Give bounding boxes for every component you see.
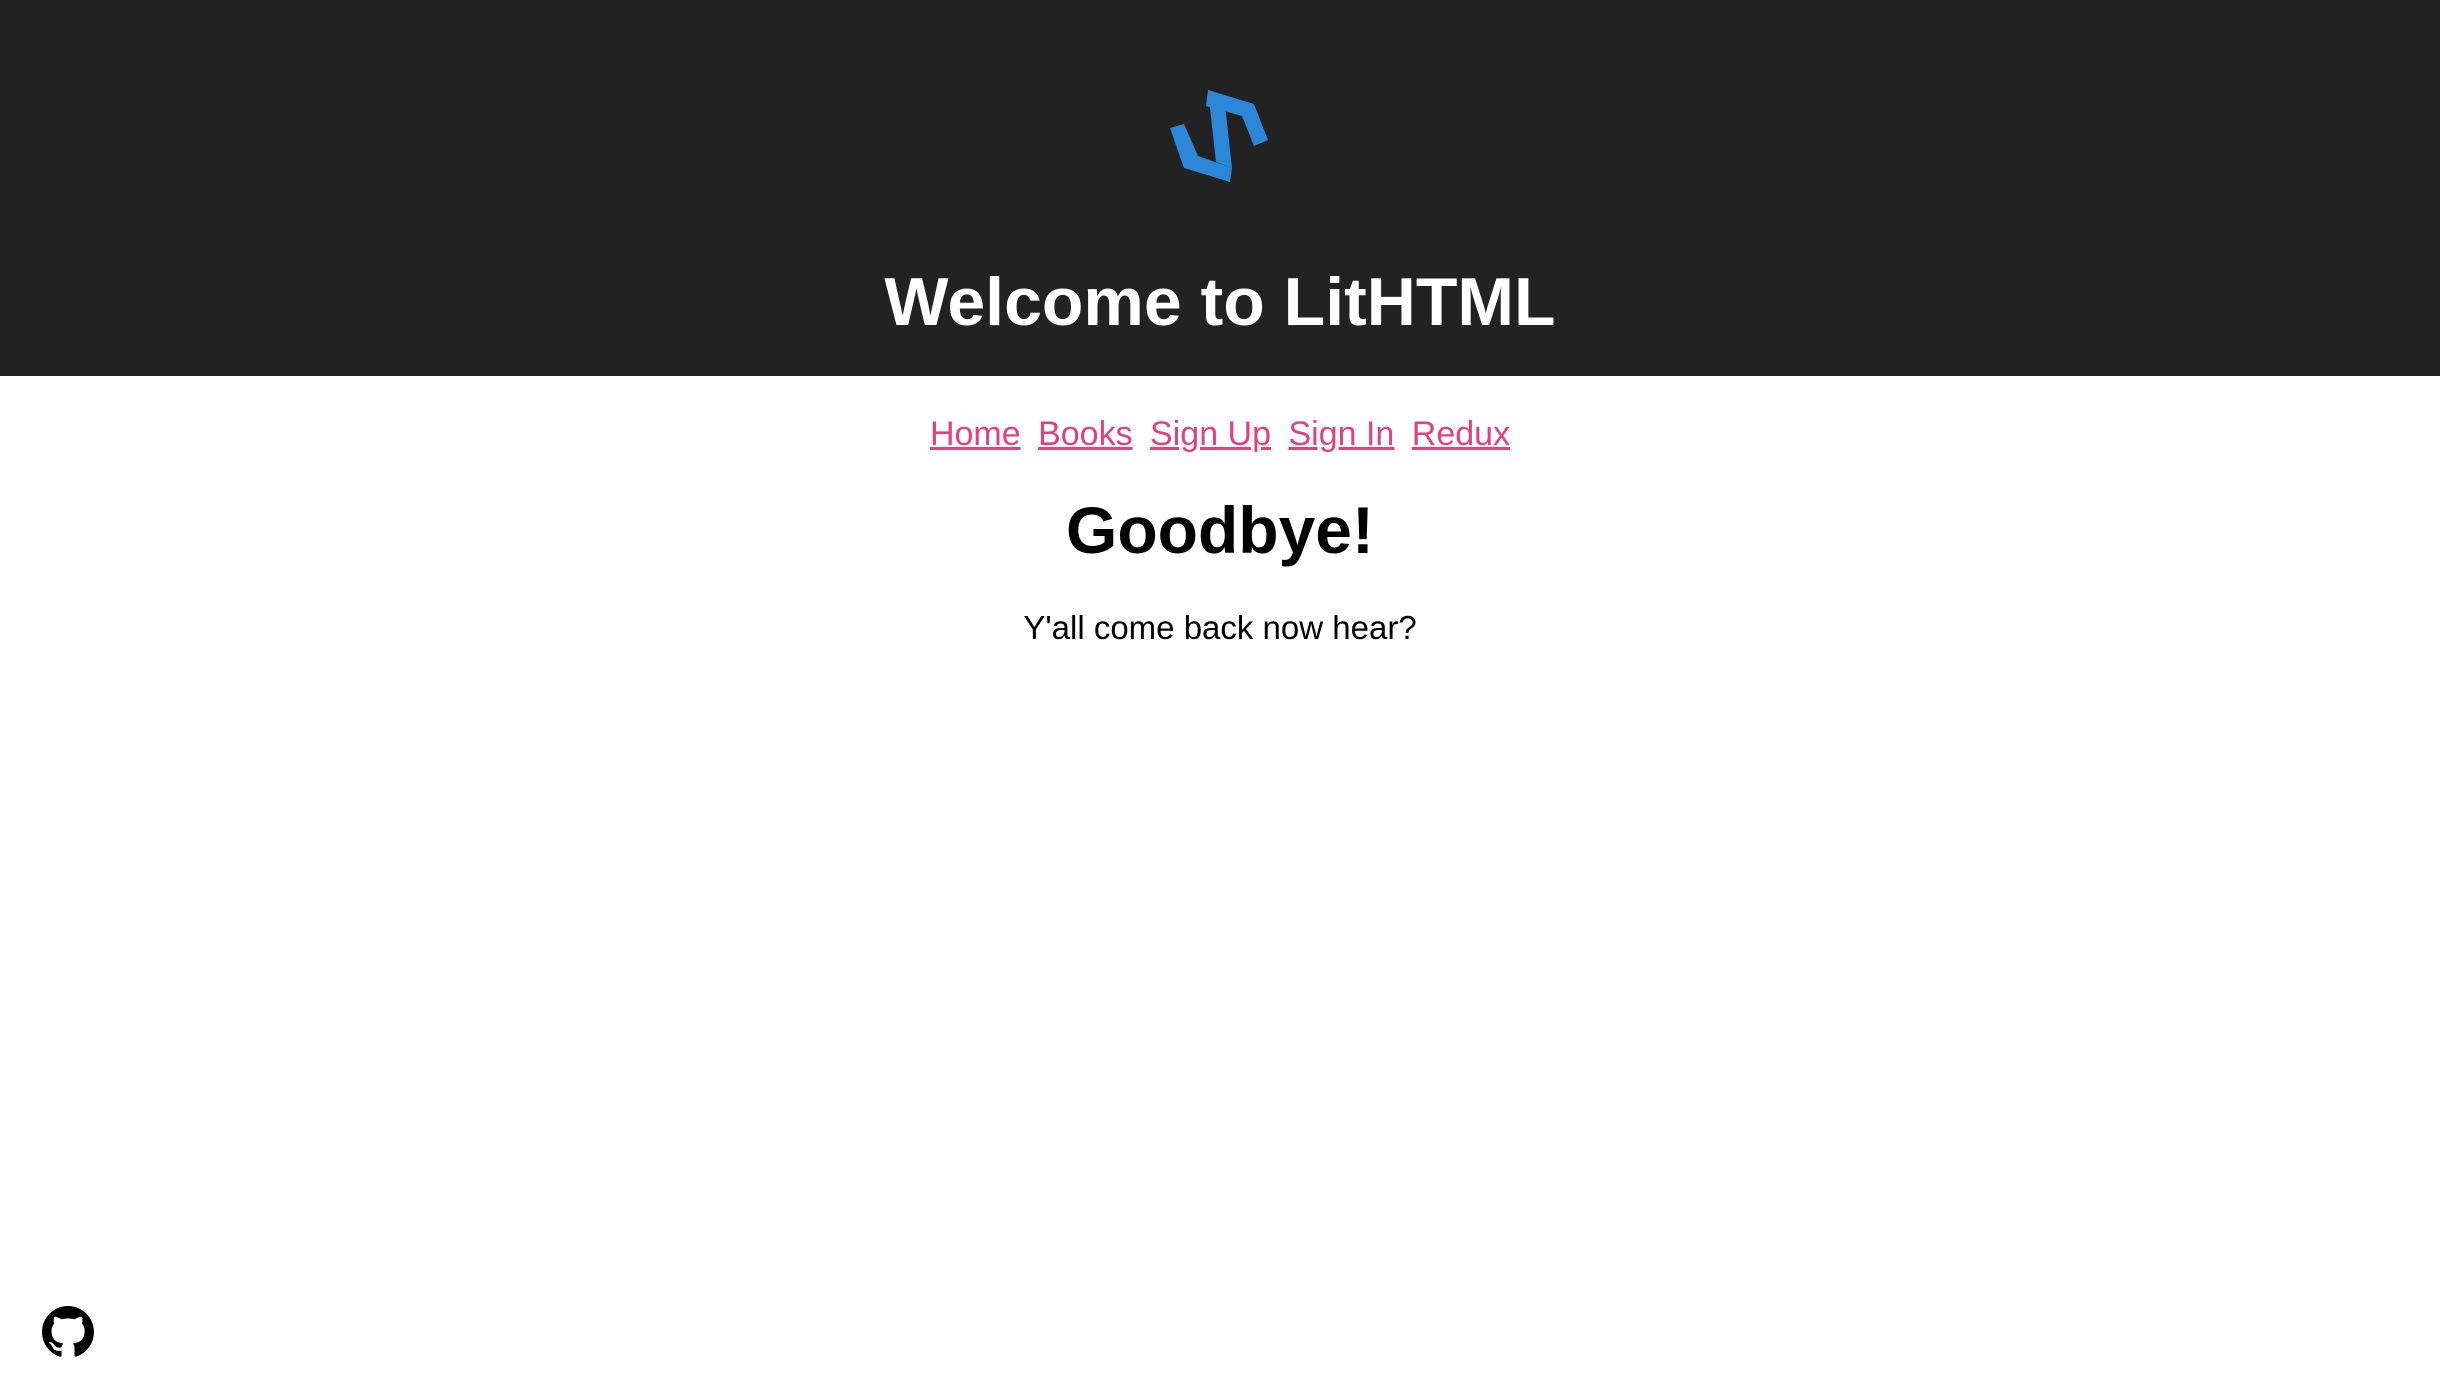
main-nav: Home Books Sign Up Sign In Redux [0,410,2440,458]
nav-link-books[interactable]: Books [1038,415,1133,453]
nav-link-home[interactable]: Home [930,415,1021,453]
nav-link-redux[interactable]: Redux [1412,415,1510,453]
lithtml-logo-icon [1170,88,1268,184]
github-icon[interactable] [42,1306,94,1358]
app-title: Welcome to LitHTML [884,264,1556,340]
app-header: Welcome to LitHTML [0,0,2440,376]
nav-link-sign-in[interactable]: Sign In [1288,415,1394,453]
nav-link-sign-up[interactable]: Sign Up [1150,415,1271,453]
page-heading: Goodbye! [1066,493,1374,567]
page-message: Y'all come back now hear? [1023,609,1417,646]
